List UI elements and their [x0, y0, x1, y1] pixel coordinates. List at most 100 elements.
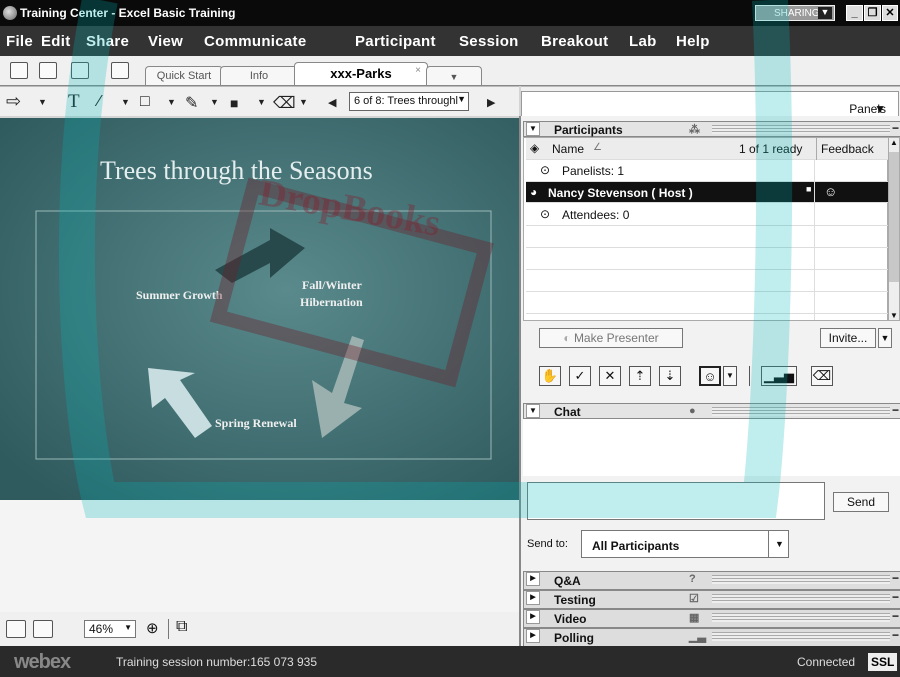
scroll-down-icon[interactable]: ▼: [890, 311, 898, 320]
raise-hand-icon[interactable]: ✋: [539, 366, 561, 386]
invite-dropdown-icon[interactable]: ▼: [878, 328, 892, 348]
invite-button[interactable]: Invite...: [820, 328, 876, 348]
page-selector[interactable]: 6 of 8: Trees throughl ▼: [349, 92, 469, 111]
tab-info[interactable]: Info: [220, 66, 298, 86]
full-screen-icon[interactable]: [71, 62, 89, 79]
menu-lab[interactable]: Lab: [629, 33, 657, 50]
chevron-down-icon[interactable]: ▼: [121, 97, 130, 107]
collapse-arrow-icon[interactable]: ▼: [526, 404, 540, 418]
line-tool-icon[interactable]: ⁄: [98, 93, 101, 111]
testing-panel-header[interactable]: ▶ Testing ☑ −: [523, 590, 900, 609]
tab-quick-start[interactable]: Quick Start: [145, 66, 223, 86]
make-presenter-button[interactable]: ◐ Make Presenter: [539, 328, 683, 348]
highlighter-icon[interactable]: ✎: [185, 93, 198, 113]
chevron-down-icon[interactable]: ▼: [124, 623, 132, 632]
expand-arrow-icon[interactable]: ▶: [526, 591, 540, 605]
chevron-down-icon[interactable]: ▼: [257, 97, 266, 107]
menu-share[interactable]: Share: [86, 33, 129, 50]
list-item[interactable]: ⊙ Attendees: 0: [526, 204, 891, 226]
poll-results-icon[interactable]: ▁▃▅: [761, 366, 797, 386]
minimize-panel-icon[interactable]: −: [892, 628, 899, 642]
color-picker-icon[interactable]: ■: [230, 95, 238, 111]
chevron-down-icon[interactable]: ▼: [457, 94, 466, 104]
menu-edit[interactable]: Edit: [41, 33, 71, 50]
zoom-select[interactable]: 46% ▼: [84, 620, 136, 638]
minimize-icon[interactable]: _: [846, 5, 863, 21]
polling-panel-header[interactable]: ▶ Polling ▁▃ −: [523, 628, 900, 647]
chevron-down-icon[interactable]: ▼: [299, 97, 308, 107]
chevron-down-icon[interactable]: ▼: [167, 97, 176, 107]
menu-breakout[interactable]: Breakout: [541, 33, 608, 50]
scroll-thumb[interactable]: [889, 152, 899, 282]
whiteboard-icon[interactable]: [111, 62, 129, 79]
menu-session[interactable]: Session: [459, 33, 519, 50]
chevron-down-icon[interactable]: ▼: [874, 102, 886, 116]
minimize-panel-icon[interactable]: −: [892, 121, 899, 135]
chat-panel-header[interactable]: ▼ Chat ● −: [523, 403, 900, 419]
column-name[interactable]: Name: [552, 142, 584, 156]
restore-icon[interactable]: ❐: [864, 5, 881, 21]
emoticon-icon[interactable]: ☺: [699, 366, 721, 386]
chevron-down-icon[interactable]: ▼: [38, 97, 47, 107]
chat-history[interactable]: [523, 419, 900, 476]
slide-viewer[interactable]: Trees through the Seasons Summer Growth …: [0, 118, 519, 500]
menu-communicate[interactable]: Communicate: [204, 33, 307, 50]
next-page-icon[interactable]: ▶: [487, 96, 495, 109]
participants-panel-header[interactable]: ▼ Participants ⁂ −: [523, 121, 900, 137]
chevron-down-icon[interactable]: ▼: [818, 7, 832, 19]
slow-down-icon[interactable]: ⇣: [659, 366, 681, 386]
chevron-down-icon[interactable]: ▼: [210, 97, 219, 107]
collapse-circle-icon[interactable]: ⊙: [540, 163, 550, 177]
tab-xxx-parks[interactable]: xxx-Parks ×: [294, 62, 428, 86]
column-feedback[interactable]: Feedback: [821, 142, 874, 156]
minimize-panel-icon[interactable]: −: [892, 403, 899, 417]
video-panel-header[interactable]: ▶ Video ▦ −: [523, 609, 900, 628]
panel-grip[interactable]: [712, 575, 890, 584]
expand-arrow-icon[interactable]: ▶: [526, 629, 540, 643]
rectangle-tool-icon[interactable]: □: [140, 93, 150, 111]
qa-panel-header[interactable]: ▶ Q&A ? −: [523, 571, 900, 590]
expand-arrow-icon[interactable]: ▶: [526, 610, 540, 624]
panel-grip[interactable]: [712, 632, 890, 641]
chevron-down-icon[interactable]: ▼: [723, 366, 737, 386]
collapse-arrow-icon[interactable]: ▼: [526, 122, 540, 136]
participants-scrollbar[interactable]: ▲ ▼: [888, 137, 900, 321]
layout-full-icon[interactable]: [6, 620, 26, 638]
tab-close-icon[interactable]: ×: [415, 65, 421, 76]
speed-up-icon[interactable]: ⇡: [629, 366, 651, 386]
panel-grip[interactable]: [712, 613, 890, 622]
minimize-panel-icon[interactable]: −: [892, 590, 899, 604]
panels-dropdown[interactable]: Panels ▼: [521, 91, 899, 117]
new-document-icon[interactable]: [10, 62, 28, 79]
menu-help[interactable]: Help: [676, 33, 710, 50]
menu-participant[interactable]: Participant: [355, 33, 436, 50]
previous-page-icon[interactable]: ◀: [328, 96, 336, 109]
text-tool-icon[interactable]: T: [68, 91, 80, 113]
pointer-arrow-icon[interactable]: ⇨: [6, 91, 21, 112]
menu-file[interactable]: File: [6, 33, 33, 50]
zoom-in-icon[interactable]: ⊕: [146, 619, 159, 637]
layout-thumbnails-icon[interactable]: [33, 620, 53, 638]
chevron-down-icon[interactable]: ▼: [775, 539, 784, 549]
panel-grip[interactable]: [712, 594, 890, 603]
panel-grip[interactable]: [712, 407, 890, 416]
panel-grip[interactable]: [712, 125, 890, 134]
minimize-panel-icon[interactable]: −: [892, 571, 899, 585]
sync-view-icon[interactable]: ⧉: [176, 618, 187, 636]
chat-input[interactable]: [527, 482, 825, 520]
list-item[interactable]: ⊙ Panelists: 1: [526, 160, 891, 182]
send-to-select[interactable]: All Participants ▼: [581, 530, 789, 558]
tab-list-dropdown-icon[interactable]: ▼: [426, 66, 482, 86]
close-icon[interactable]: ✕: [882, 5, 898, 21]
send-button[interactable]: Send: [833, 492, 889, 512]
participant-row-host[interactable]: ◕ Nancy Stevenson ( Host ) ■ ☺: [526, 182, 891, 203]
x-icon[interactable]: ✕: [599, 366, 621, 386]
eraser-icon[interactable]: ⌫: [811, 366, 833, 386]
scroll-up-icon[interactable]: ▲: [890, 138, 898, 147]
eraser-icon[interactable]: ⌫: [273, 93, 296, 113]
sharing-button[interactable]: SHARING ▼: [755, 5, 835, 21]
minimize-panel-icon[interactable]: −: [892, 609, 899, 623]
window-layout-icon[interactable]: [39, 62, 57, 79]
check-icon[interactable]: ✓: [569, 366, 591, 386]
collapse-circle-icon[interactable]: ⊙: [540, 207, 550, 221]
